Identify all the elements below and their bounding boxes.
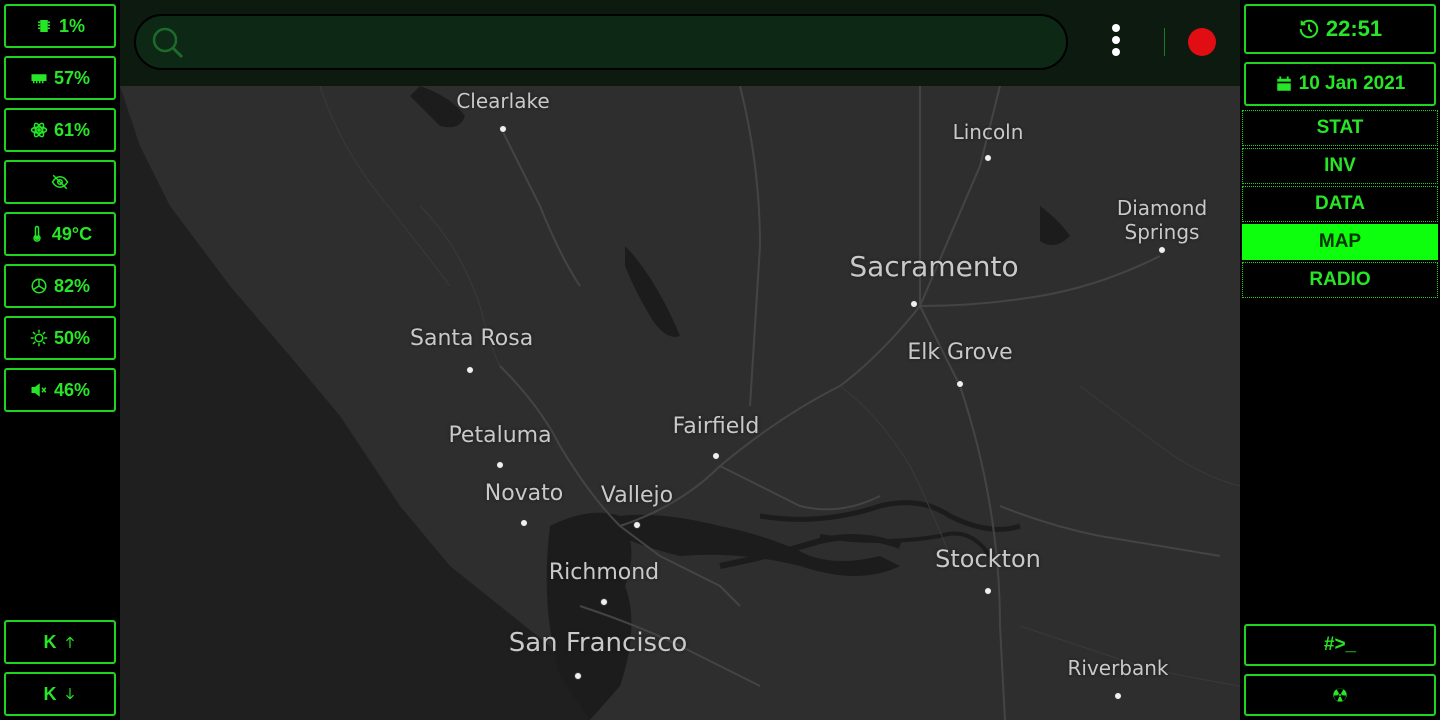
- volume-stat[interactable]: 46%: [4, 368, 116, 412]
- right-column: 22:51 10 Jan 2021 STAT INV DATA MAP RADIO #>…: [1240, 0, 1440, 720]
- date-display: 10 Jan 2021: [1244, 62, 1436, 106]
- city-label: Elk Grove: [907, 340, 1013, 365]
- temperature-stat[interactable]: 49°C: [4, 212, 116, 256]
- city-label: Stockton: [935, 545, 1041, 573]
- clock-time: 22:51: [1325, 16, 1383, 41]
- city-label: Santa Rosa: [410, 326, 534, 351]
- volume-value: 46%: [53, 379, 91, 400]
- atom-value: 61%: [53, 119, 91, 140]
- city-marker[interactable]: [499, 125, 507, 133]
- city-marker[interactable]: [466, 366, 474, 374]
- city-marker[interactable]: [712, 452, 720, 460]
- city-marker[interactable]: [520, 519, 528, 527]
- city-label: Richmond: [548, 560, 660, 585]
- cpu-value: 1%: [58, 15, 85, 36]
- divider: [1164, 28, 1165, 56]
- ram-icon: [31, 74, 47, 84]
- thermometer-icon: [33, 225, 41, 242]
- city-label: Lincoln: [952, 120, 1024, 144]
- keyboard-up-button[interactable]: K: [4, 620, 116, 664]
- city-label: San Francisco: [508, 628, 688, 658]
- keyboard-down-label: K: [43, 683, 57, 704]
- city-label: Clearlake: [456, 89, 550, 113]
- city-marker[interactable]: [984, 587, 992, 595]
- clock: 22:51: [1244, 4, 1436, 54]
- search-icon: [152, 27, 184, 59]
- city-label: Fairfield: [672, 414, 760, 439]
- map-view[interactable]: Clearlake Lincoln Diamond Springs Sacrament…: [120, 86, 1240, 720]
- atom-stat[interactable]: 61%: [4, 108, 116, 152]
- brightness-icon: [30, 329, 48, 347]
- calendar-icon: [1276, 76, 1291, 91]
- keyboard-up-label: K: [43, 631, 57, 652]
- city-marker[interactable]: [910, 300, 918, 308]
- city-marker[interactable]: [574, 672, 582, 680]
- city-label: Novato: [484, 481, 564, 506]
- atom-icon: [30, 122, 48, 138]
- map-base: [120, 86, 1240, 720]
- city-label: Riverbank: [1067, 656, 1169, 680]
- radiation-button[interactable]: [1244, 674, 1436, 716]
- terminal-button[interactable]: #>_: [1244, 624, 1436, 666]
- more-menu-icon[interactable]: [1106, 24, 1126, 62]
- radiation-icon: [1333, 688, 1347, 702]
- city-marker[interactable]: [600, 598, 608, 606]
- top-bar: [120, 0, 1240, 86]
- ram-stat[interactable]: 57%: [4, 56, 116, 100]
- city-marker[interactable]: [496, 461, 504, 469]
- brightness-stat[interactable]: 50%: [4, 316, 116, 360]
- brightness-value: 50%: [53, 327, 91, 348]
- ram-value: 57%: [53, 67, 91, 88]
- history-icon: [1299, 19, 1319, 39]
- fan-value: 82%: [53, 275, 91, 296]
- visibility-toggle[interactable]: [4, 160, 116, 204]
- fan-stat[interactable]: 82%: [4, 264, 116, 308]
- city-marker[interactable]: [984, 154, 992, 162]
- search-input[interactable]: [196, 26, 1046, 58]
- city-label: Sacramento: [849, 250, 1019, 283]
- volume-mute-icon: [31, 383, 47, 397]
- record-button[interactable]: [1188, 28, 1216, 56]
- city-label: Diamond Springs: [1116, 196, 1208, 244]
- city-marker[interactable]: [633, 521, 641, 529]
- date-value: 10 Jan 2021: [1298, 73, 1406, 94]
- city-label: Vallejo: [600, 483, 674, 508]
- city-marker[interactable]: [1114, 692, 1122, 700]
- nav-item-stat[interactable]: STAT: [1242, 110, 1438, 146]
- terminal-label: #>_: [1323, 634, 1357, 655]
- eye-off-icon: [51, 174, 69, 190]
- city-marker[interactable]: [1158, 246, 1166, 254]
- cpu-stat[interactable]: 1%: [4, 4, 116, 48]
- arrow-up-icon: [65, 636, 74, 648]
- search-bar[interactable]: [134, 14, 1068, 70]
- nav-item-map[interactable]: MAP: [1242, 224, 1438, 260]
- nav-item-radio[interactable]: RADIO: [1242, 262, 1438, 298]
- nav-item-data[interactable]: DATA: [1242, 186, 1438, 222]
- keyboard-down-button[interactable]: K: [4, 672, 116, 716]
- cpu-icon: [37, 20, 50, 32]
- nav-item-inv[interactable]: INV: [1242, 148, 1438, 184]
- temperature-value: 49°C: [51, 223, 93, 244]
- arrow-down-icon: [65, 688, 74, 700]
- city-marker[interactable]: [956, 380, 964, 388]
- left-status-column: 1% 57% 61% 49°C 82% 50% 46% K K: [0, 0, 120, 720]
- city-label: Petaluma: [448, 423, 552, 448]
- fan-icon: [31, 278, 47, 294]
